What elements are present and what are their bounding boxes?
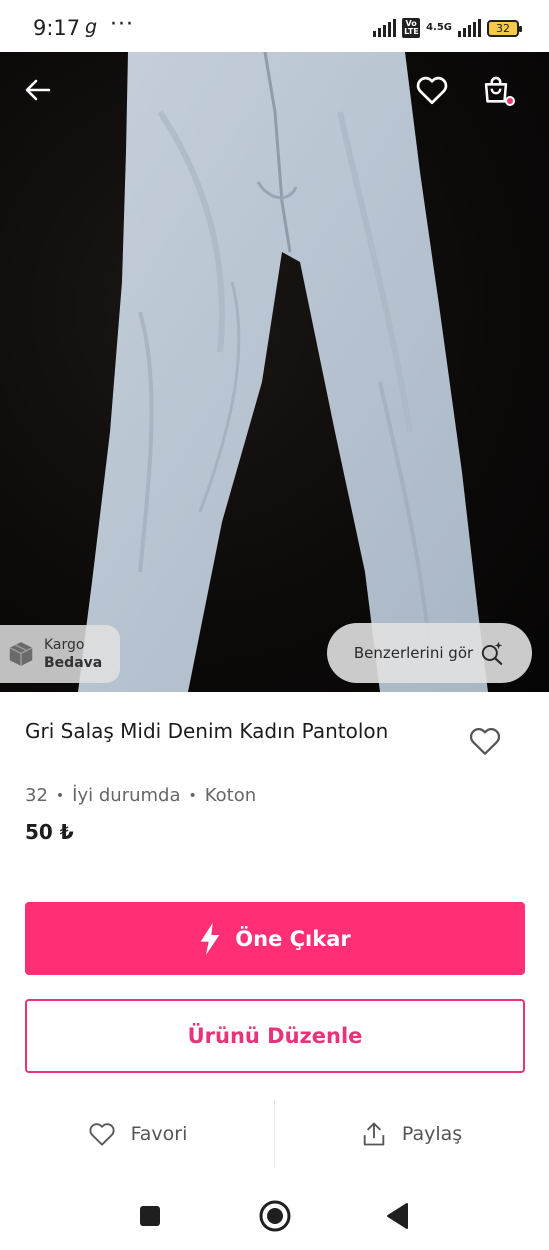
status-more-dots: ··· — [110, 12, 134, 37]
product-meta: 32 • İyi durumda • Koton — [25, 785, 256, 806]
favorite-top-button[interactable] — [410, 68, 454, 112]
favorite-action[interactable]: Favori — [0, 1100, 274, 1168]
sparkle-search-icon — [481, 641, 503, 665]
back-button[interactable] — [16, 68, 60, 112]
edit-product-label: Ürünü Düzenle — [187, 1024, 363, 1048]
shipping-line2: Bedava — [44, 655, 103, 671]
signal-icon-2 — [458, 19, 481, 37]
product-size: 32 — [25, 785, 48, 806]
bottom-actions: Favori Paylaş — [0, 1100, 549, 1168]
battery-icon: 32 — [487, 19, 522, 37]
status-time: 9:17 — [33, 16, 81, 40]
meta-separator: • — [55, 787, 65, 804]
box-icon — [9, 642, 33, 666]
status-app-glyph: g — [85, 16, 98, 38]
product-photo[interactable]: Kargo Bedava Benzerlerini gör — [0, 52, 549, 692]
status-icons: Vo LTE 4.5G 32 — [373, 18, 522, 38]
screen: 9:17 g ··· Vo LTE 4.5G 32 Kargo Bedava B… — [0, 0, 549, 1250]
signal-icon — [373, 19, 397, 37]
heart-outline-icon — [416, 76, 448, 105]
meta-separator: • — [188, 787, 197, 804]
status-bar: 9:17 g ··· Vo LTE 4.5G 32 — [0, 0, 549, 52]
network-type: 4.5G — [426, 22, 452, 33]
favorite-button[interactable] — [466, 722, 504, 760]
promote-button[interactable]: Öne Çıkar — [25, 902, 525, 975]
cart-notification-dot — [505, 96, 515, 106]
home-button[interactable] — [255, 1196, 295, 1236]
free-shipping-badge: Kargo Bedava — [0, 625, 120, 683]
heart-outline-icon — [469, 728, 501, 755]
nav-back-button[interactable] — [378, 1196, 418, 1236]
system-nav-bar — [0, 1180, 549, 1250]
jeans-image — [78, 52, 488, 692]
share-action-label: Paylaş — [401, 1123, 463, 1145]
arrow-left-icon — [25, 79, 51, 101]
shipping-line1: Kargo — [44, 637, 85, 653]
share-icon — [363, 1122, 385, 1146]
circle-home-icon — [259, 1200, 291, 1232]
product-price: 50 ₺ — [25, 820, 74, 844]
triangle-back-icon — [387, 1203, 408, 1229]
product-title: Gri Salaş Midi Denim Kadın Pantolon — [25, 719, 389, 743]
product-condition: İyi durumda — [72, 785, 181, 806]
heart-outline-icon — [89, 1123, 115, 1146]
promote-label: Öne Çıkar — [235, 926, 351, 951]
similar-items-button[interactable]: Benzerlerini gör — [327, 623, 532, 683]
actions-divider — [274, 1100, 275, 1168]
product-brand: Koton — [204, 785, 257, 806]
recents-button[interactable] — [130, 1196, 170, 1236]
edit-product-button[interactable]: Ürünü Düzenle — [25, 999, 525, 1073]
similar-items-label: Benzerlerini gör — [353, 644, 474, 662]
share-action[interactable]: Paylaş — [274, 1100, 548, 1168]
square-icon — [140, 1206, 160, 1226]
free-shipping-text: Kargo Bedava — [44, 636, 102, 672]
cart-button[interactable] — [474, 68, 518, 112]
volte-badge: Vo LTE — [402, 18, 421, 38]
favorite-action-label: Favori — [130, 1123, 188, 1145]
lightning-icon — [200, 922, 220, 955]
